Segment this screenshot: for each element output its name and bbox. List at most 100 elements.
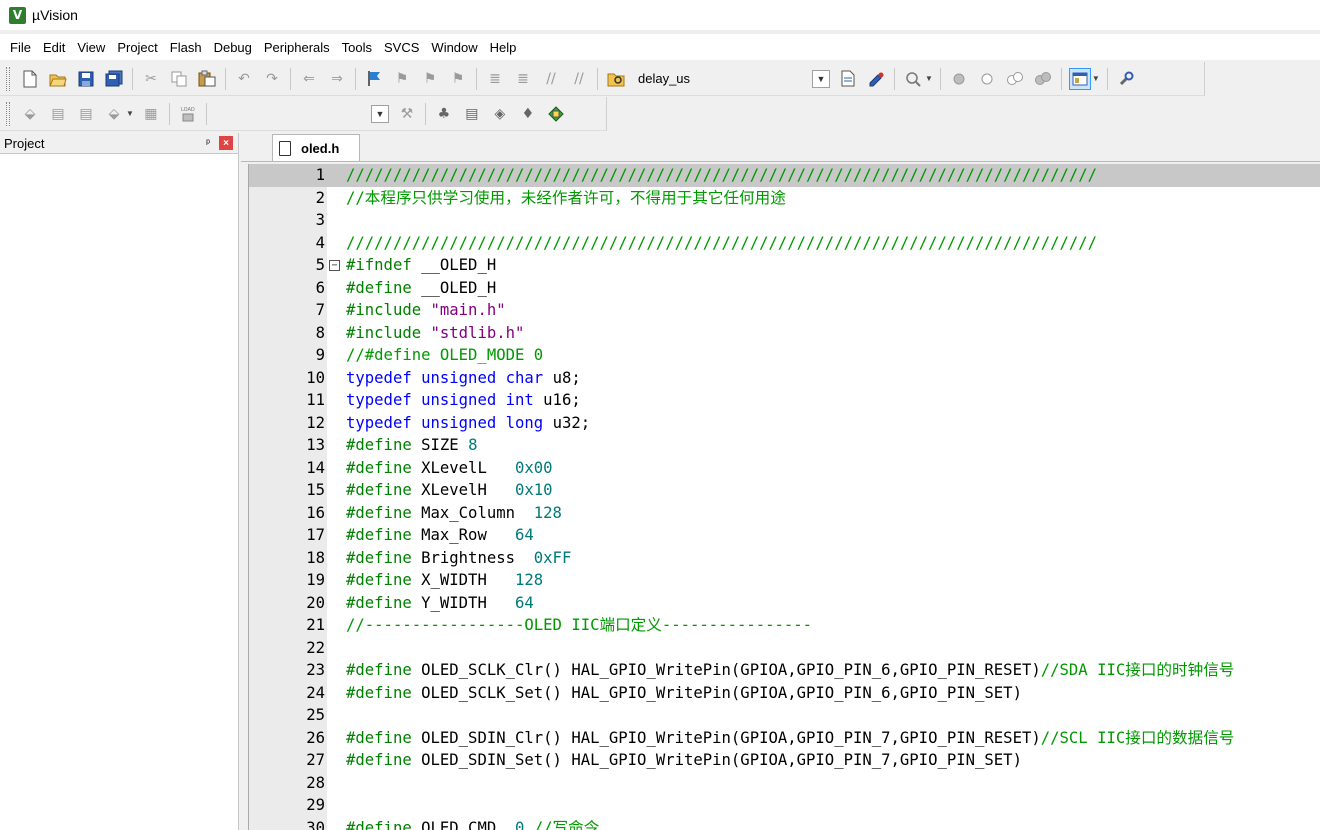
code-line[interactable]: 8 #include "stdlib.h": [249, 322, 1320, 345]
zoom-icon[interactable]: [902, 68, 924, 90]
build-icon[interactable]: ▤: [47, 103, 69, 125]
code-line[interactable]: 2 //本程序只供学习使用，未经作者许可，不得用于其它任何用途: [249, 187, 1320, 210]
chevron-down-icon[interactable]: ▼: [812, 69, 830, 88]
target-combo[interactable]: delay_us ▼: [634, 68, 834, 90]
rebuild-icon[interactable]: ▤: [75, 103, 97, 125]
code-line[interactable]: 4 ///////////////////////////////////////…: [249, 232, 1320, 255]
code-line[interactable]: 11 typedef unsigned int u16;: [249, 389, 1320, 412]
bookmark-flag-icon[interactable]: [363, 68, 385, 90]
menu-edit[interactable]: Edit: [37, 38, 71, 57]
translate-icon[interactable]: ⬙: [19, 103, 41, 125]
unindent-icon[interactable]: ≣: [512, 68, 534, 90]
toolbar-grip[interactable]: [6, 101, 10, 126]
breakpoint-icon[interactable]: [948, 68, 970, 90]
comment-icon[interactable]: //: [540, 68, 562, 90]
select-packs-icon[interactable]: ◈: [489, 103, 511, 125]
indent-icon[interactable]: ≣: [484, 68, 506, 90]
code-line[interactable]: 5− #ifndef __OLED_H: [249, 254, 1320, 277]
code-line[interactable]: 23 #define OLED_SCLK_Clr() HAL_GPIO_Write…: [249, 659, 1320, 682]
code-line[interactable]: 10 typedef unsigned char u8;: [249, 367, 1320, 390]
configure-icon[interactable]: [865, 68, 887, 90]
code-line[interactable]: 13 #define SIZE 8: [249, 434, 1320, 457]
menu-svcs[interactable]: SVCS: [378, 38, 425, 57]
code-line[interactable]: 12 typedef unsigned long u32;: [249, 412, 1320, 435]
bookmark-prev-icon[interactable]: ⚑: [391, 68, 413, 90]
pin-icon[interactable]: ᵖ: [201, 138, 215, 149]
undo-icon[interactable]: ↶: [233, 68, 255, 90]
code-text: #define OLED_CMD 0 //写命令: [346, 817, 599, 830]
code-line[interactable]: 28: [249, 772, 1320, 795]
uncomment-icon[interactable]: //: [568, 68, 590, 90]
pack-installer-icon[interactable]: ▤: [461, 103, 483, 125]
chevron-down-icon[interactable]: ▼: [370, 104, 389, 123]
code-text: #define OLED_SDIN_Clr() HAL_GPIO_WritePi…: [346, 727, 1234, 750]
code-line-current[interactable]: 1 ///////////////////////////////////////…: [249, 164, 1320, 187]
manage-components-icon[interactable]: ♣: [433, 103, 455, 125]
code-line[interactable]: 16 #define Max_Column 128: [249, 502, 1320, 525]
layout-dropdown-arrow-icon[interactable]: ▼: [1092, 74, 1100, 83]
target-options-icon[interactable]: ⚒: [396, 103, 418, 125]
navigate-back-icon[interactable]: ⇐: [298, 68, 320, 90]
new-file-icon[interactable]: [19, 68, 41, 90]
code-line[interactable]: 21 //-----------------OLED IIC端口定义-------…: [249, 614, 1320, 637]
code-line[interactable]: 25: [249, 704, 1320, 727]
code-line[interactable]: 29: [249, 794, 1320, 817]
toolbar-grip[interactable]: [6, 66, 10, 91]
code-line[interactable]: 30 #define OLED_CMD 0 //写命令: [249, 817, 1320, 830]
batch-dropdown-arrow-icon[interactable]: ▼: [126, 109, 134, 118]
download-icon[interactable]: LOAD: [177, 103, 199, 125]
menu-help[interactable]: Help: [484, 38, 523, 57]
fold-collapse-icon[interactable]: −: [329, 260, 340, 271]
redo-icon[interactable]: ↷: [261, 68, 283, 90]
code-line[interactable]: 18 #define Brightness 0xFF: [249, 547, 1320, 570]
zoom-dropdown-arrow-icon[interactable]: ▼: [925, 74, 933, 83]
batch-build-icon[interactable]: ⬙: [103, 103, 125, 125]
rte-icon[interactable]: [545, 103, 567, 125]
save-all-icon[interactable]: [103, 68, 125, 90]
code-line[interactable]: 15 #define XLevelH 0x10: [249, 479, 1320, 502]
code-line[interactable]: 7 #include "main.h": [249, 299, 1320, 322]
wrench-icon[interactable]: [1115, 68, 1137, 90]
paste-icon[interactable]: [196, 68, 218, 90]
code-editor[interactable]: 1 ///////////////////////////////////////…: [248, 164, 1320, 830]
menu-peripherals[interactable]: Peripherals: [258, 38, 336, 57]
breakpoint-remove-icon[interactable]: [1004, 68, 1026, 90]
breakpoint-kill-icon[interactable]: [1032, 68, 1054, 90]
code-line[interactable]: 3: [249, 209, 1320, 232]
code-line[interactable]: 26 #define OLED_SDIN_Clr() HAL_GPIO_Write…: [249, 727, 1320, 750]
menu-file[interactable]: File: [4, 38, 37, 57]
editor-tab-oled-h[interactable]: oled.h: [272, 134, 360, 161]
open-folder-icon[interactable]: [47, 68, 69, 90]
toolbar-separator: [205, 102, 207, 125]
code-line[interactable]: 19 #define X_WIDTH 128: [249, 569, 1320, 592]
save-icon[interactable]: [75, 68, 97, 90]
bookmark-next-icon[interactable]: ⚑: [419, 68, 441, 90]
code-line[interactable]: 22: [249, 637, 1320, 660]
software-components-icon[interactable]: ♦: [517, 103, 539, 125]
stop-build-icon[interactable]: ▦: [140, 103, 162, 125]
line-number: 19: [306, 571, 325, 589]
code-line[interactable]: 24 #define OLED_SCLK_Set() HAL_GPIO_Write…: [249, 682, 1320, 705]
menu-tools[interactable]: Tools: [336, 38, 378, 57]
window-layout-icon[interactable]: [1068, 67, 1091, 90]
cut-icon[interactable]: ✂: [140, 68, 162, 90]
menu-view[interactable]: View: [71, 38, 111, 57]
code-line[interactable]: 20 #define Y_WIDTH 64: [249, 592, 1320, 615]
find-in-files-icon[interactable]: [605, 68, 627, 90]
code-line[interactable]: 6 #define __OLED_H: [249, 277, 1320, 300]
menu-window[interactable]: Window: [425, 38, 483, 57]
code-line[interactable]: 14 #define XLevelL 0x00: [249, 457, 1320, 480]
close-icon[interactable]: ×: [219, 136, 233, 150]
bookmark-clear-icon[interactable]: ⚑: [447, 68, 469, 90]
menu-project[interactable]: Project: [111, 38, 163, 57]
breakpoint-disable-icon[interactable]: [976, 68, 998, 90]
copy-icon[interactable]: [168, 68, 190, 90]
code-token: #include: [346, 323, 431, 342]
menu-debug[interactable]: Debug: [208, 38, 258, 57]
code-line[interactable]: 27 #define OLED_SDIN_Set() HAL_GPIO_Write…: [249, 749, 1320, 772]
code-line[interactable]: 9 //#define OLED_MODE 0: [249, 344, 1320, 367]
code-line[interactable]: 17 #define Max_Row 64: [249, 524, 1320, 547]
insert-template-icon[interactable]: [837, 68, 859, 90]
menu-flash[interactable]: Flash: [164, 38, 208, 57]
navigate-forward-icon[interactable]: ⇒: [326, 68, 348, 90]
